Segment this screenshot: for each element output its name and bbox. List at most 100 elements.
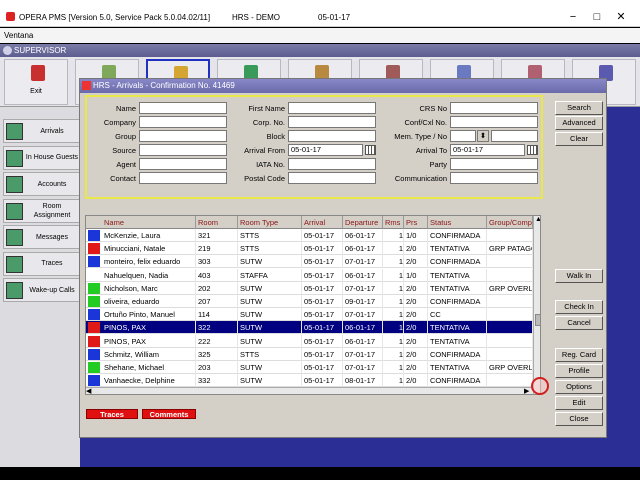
column-header[interactable]: Status [428,216,487,229]
traces-button[interactable]: Traces [86,409,138,419]
cell-status: CONFIRMADA [428,229,487,242]
block-field[interactable] [288,130,376,142]
cell-departure: 08-01-17 [343,374,383,388]
comments-button[interactable]: Comments [142,409,196,419]
column-header[interactable]: Room [196,216,238,229]
sidebar-item-messages[interactable]: Messages [3,225,80,249]
cell-room: 219 [196,242,238,256]
walk-in-button[interactable]: Walk In [555,269,603,283]
first-name-field[interactable] [288,102,376,114]
menu-ventana[interactable]: Ventana [4,31,33,40]
cell-rms: 1 [383,361,404,374]
column-header[interactable]: Room Type [238,216,302,229]
cell-room: 207 [196,295,238,308]
column-header[interactable]: Departure [343,216,383,229]
table-row[interactable]: PINOS, PAX 322 SUTW 05-01-17 06-01-17 1 2/0 TEN… [86,321,540,335]
postal-field[interactable] [288,172,376,184]
cell-name: oliveira, eduardo [102,295,196,308]
company-field[interactable] [139,116,227,128]
party-field[interactable] [450,158,538,170]
sidebar-item-traces[interactable]: Traces [3,251,80,276]
cell-departure: 07-01-17 [343,361,383,374]
cell-prs: 2/0 [404,374,428,388]
sidebar-item-room-assignment[interactable]: Room Assignment [3,198,80,223]
arrivals-grid: Name Room Room Type Arrival Departure Rms Prs S… [85,215,541,395]
table-row[interactable]: Shehane, Michael 203 SUTW 05-01-17 07-01-17 1… [86,361,540,374]
table-row[interactable]: Minucciani, Natale 219 STTS 05-01-17 06-01-1… [86,242,540,256]
mem-type-dropdown-icon[interactable]: ⬍ [477,130,489,142]
cell-prs: 2/0 [404,281,428,295]
iata-field[interactable] [288,158,376,170]
party-label: Party [429,160,447,169]
communication-field[interactable] [450,172,538,184]
table-row[interactable]: oliveira, eduardo 207 SUTW 05-01-17 09-01-17… [86,295,540,308]
clear-button[interactable]: Clear [555,132,603,146]
conf-field[interactable] [450,116,538,128]
mem-no-field[interactable] [491,130,538,142]
sidebar-item-wakeup[interactable]: Wake-up Calls [3,278,80,302]
check-in-button[interactable]: Check In [555,300,603,314]
close-button[interactable]: Close [555,412,603,426]
in-house-icon [6,149,23,167]
profile-button[interactable]: Profile [555,364,603,378]
name-field[interactable] [139,102,227,114]
minimize-button[interactable]: − [566,10,580,24]
close-window-button[interactable]: ✕ [614,10,628,24]
column-header[interactable]: Name [102,216,196,229]
column-header[interactable]: Prs [404,216,428,229]
horizontal-scrollbar[interactable]: ◀ ▶ [86,387,533,394]
arrival-to-field[interactable]: 05-01-17 [450,144,525,156]
table-row[interactable]: Ortuño Pinto, Manuel 114 SUTW 05-01-17 07-01… [86,308,540,322]
group-field[interactable] [139,130,227,142]
source-field[interactable] [139,144,227,156]
toolbar-button-1[interactable]: Exit [4,59,68,105]
group-label: Group [115,132,136,141]
scroll-up-icon[interactable]: ▲ [535,216,540,224]
table-row[interactable]: Nicholson, Marc 202 SUTW 05-01-17 07-01-17 1 2… [86,281,540,295]
cell-departure: 06-01-17 [343,334,383,348]
table-row[interactable]: monteiro, felix eduardo 303 SUTW 05-01-17 07… [86,255,540,269]
mem-type-field[interactable] [450,130,476,142]
scroll-thumb[interactable] [535,314,540,326]
column-header[interactable]: Group/Comp [487,216,533,229]
table-row[interactable]: McKenzie, Laura 321 STTS 05-01-17 06-01-17 1 1… [86,229,540,242]
arrival-from-field[interactable]: 05-01-17 [288,144,363,156]
arrivals-dialog: HRS - Arrivals - Confirmation No. 41469 … [79,78,607,438]
cancel-button[interactable]: Cancel [555,316,603,330]
dialog-icon [82,81,91,90]
maximize-button[interactable]: □ [590,10,604,24]
sidebar-item-arrivals[interactable]: Arrivals [3,119,80,143]
cell-type: SUTW [238,321,302,335]
arrival-to-calendar-icon[interactable] [527,145,538,155]
contact-field[interactable] [139,172,227,184]
crs-field[interactable] [450,102,538,114]
cell-group [487,255,533,269]
corp-no-label: Corp. No. [252,118,285,127]
cell-room: 202 [196,281,238,295]
cell-arrival: 05-01-17 [302,242,343,256]
table-row[interactable]: Nahuelquen, Nadia 403 STAFFA 05-01-17 06-01-… [86,268,540,282]
options-button[interactable]: Options [555,380,603,394]
cell-group: GRP PATAGO [489,242,533,256]
arrival-from-calendar-icon[interactable] [365,145,376,155]
scroll-right-icon[interactable]: ▶ [524,388,529,394]
sidebar-item-in-house[interactable]: In House Guests [3,145,80,170]
edit-button[interactable]: Edit [555,396,603,410]
table-row[interactable]: PINOS, PAX 222 SUTW 05-01-17 06-01-17 1 2/0 TEN… [86,334,540,348]
reg-card-button[interactable]: Reg. Card [555,348,603,362]
agent-field[interactable] [139,158,227,170]
table-row[interactable]: Vanhaecke, Delphine 332 SUTW 05-01-17 08-01-… [86,374,540,388]
cell-prs: 2/0 [404,255,428,269]
scroll-left-icon[interactable]: ◀ [86,388,91,394]
cell-arrival: 05-01-17 [302,308,343,322]
corp-no-field[interactable] [288,116,376,128]
column-header[interactable]: Rms [383,216,404,229]
search-button[interactable]: Search [555,101,603,115]
table-row[interactable]: Schmitz, William 325 STTS 05-01-17 07-01-17 1… [86,347,540,361]
column-header[interactable]: Arrival [302,216,343,229]
cell-room: 321 [196,229,238,242]
sidebar-item-accounts[interactable]: Accounts [3,172,80,196]
advanced-button[interactable]: Advanced [555,116,603,130]
vertical-scrollbar[interactable]: ▲ [533,216,540,394]
cell-departure: 06-01-17 [343,268,383,282]
